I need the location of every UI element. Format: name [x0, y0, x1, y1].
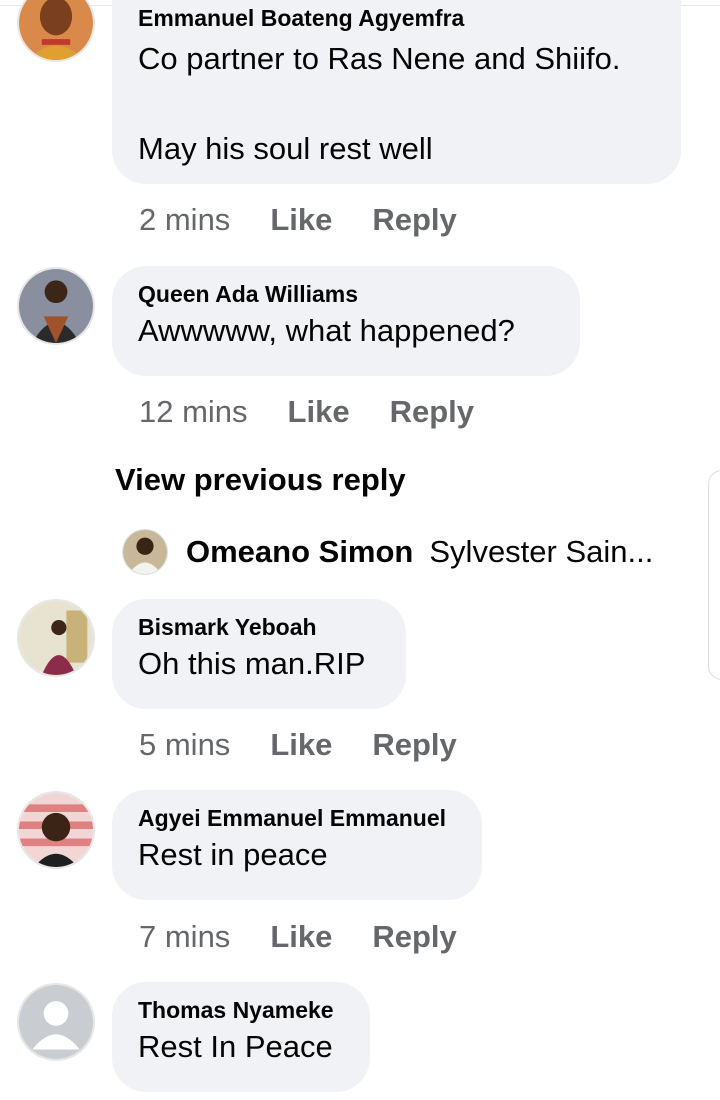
avatar[interactable] — [17, 0, 95, 62]
user-photo-icon — [123, 530, 167, 574]
reply-preview[interactable]: Omeano Simon Sylvester Sain... — [122, 528, 653, 576]
comment-timestamp[interactable]: 5 mins — [139, 727, 230, 763]
comment-actions: 5 mins Like Reply — [139, 725, 457, 765]
user-photo-icon — [19, 601, 93, 675]
comment-timestamp[interactable]: 7 mins — [139, 919, 230, 955]
avatar[interactable] — [122, 529, 168, 575]
comment-text: Rest In Peace — [138, 1029, 333, 1064]
comment-text: Co partner to Ras Nene and Shiifo. May h… — [138, 41, 621, 166]
comment-actions: 2 mins Like Reply — [139, 200, 457, 240]
comment-author[interactable]: Emmanuel Boateng Agyemfra — [138, 4, 655, 32]
comment-author[interactable]: Agyei Emmanuel Emmanuel — [138, 804, 456, 832]
avatar[interactable] — [17, 599, 95, 677]
reply-text: Sylvester Sain... — [429, 534, 654, 569]
comment-author[interactable]: Queen Ada Williams — [138, 280, 554, 308]
comment-timestamp[interactable]: 2 mins — [139, 202, 230, 238]
reply-author[interactable]: Omeano Simon — [186, 534, 413, 570]
avatar[interactable] — [17, 267, 95, 345]
comment-author[interactable]: Thomas Nyameke — [138, 996, 344, 1024]
avatar[interactable] — [17, 791, 95, 869]
comment-bubble: Emmanuel Boateng Agyemfra Co partner to … — [112, 0, 681, 184]
reply-button[interactable]: Reply — [390, 394, 474, 430]
comment-author[interactable]: Bismark Yeboah — [138, 613, 380, 641]
like-button[interactable]: Like — [270, 202, 332, 238]
avatar[interactable] — [17, 983, 95, 1061]
like-button[interactable]: Like — [288, 394, 350, 430]
view-previous-reply-link[interactable]: View previous reply — [115, 462, 406, 498]
comment-text: Rest in peace — [138, 837, 328, 872]
user-photo-icon — [19, 793, 93, 867]
comment-bubble: Agyei Emmanuel Emmanuel Rest in peace — [112, 790, 482, 900]
like-button[interactable]: Like — [270, 727, 332, 763]
comment-bubble: Bismark Yeboah Oh this man.RIP — [112, 599, 406, 709]
user-photo-icon — [19, 269, 93, 343]
reply-button[interactable]: Reply — [372, 727, 456, 763]
reply-button[interactable]: Reply — [372, 202, 456, 238]
side-panel-edge — [708, 470, 720, 680]
comment-actions: 7 mins Like Reply — [139, 917, 457, 957]
default-avatar-icon — [19, 985, 93, 1059]
comment-bubble: Queen Ada Williams Awwwww, what happened… — [112, 266, 580, 376]
comment-timestamp[interactable]: 12 mins — [139, 394, 248, 430]
like-button[interactable]: Like — [270, 919, 332, 955]
comment-text: Awwwww, what happened? — [138, 313, 515, 348]
comment-actions: 12 mins Like Reply — [139, 392, 474, 432]
user-photo-icon — [19, 0, 93, 60]
comment-bubble: Thomas Nyameke Rest In Peace — [112, 982, 370, 1092]
reply-button[interactable]: Reply — [372, 919, 456, 955]
comment-text: Oh this man.RIP — [138, 646, 366, 681]
